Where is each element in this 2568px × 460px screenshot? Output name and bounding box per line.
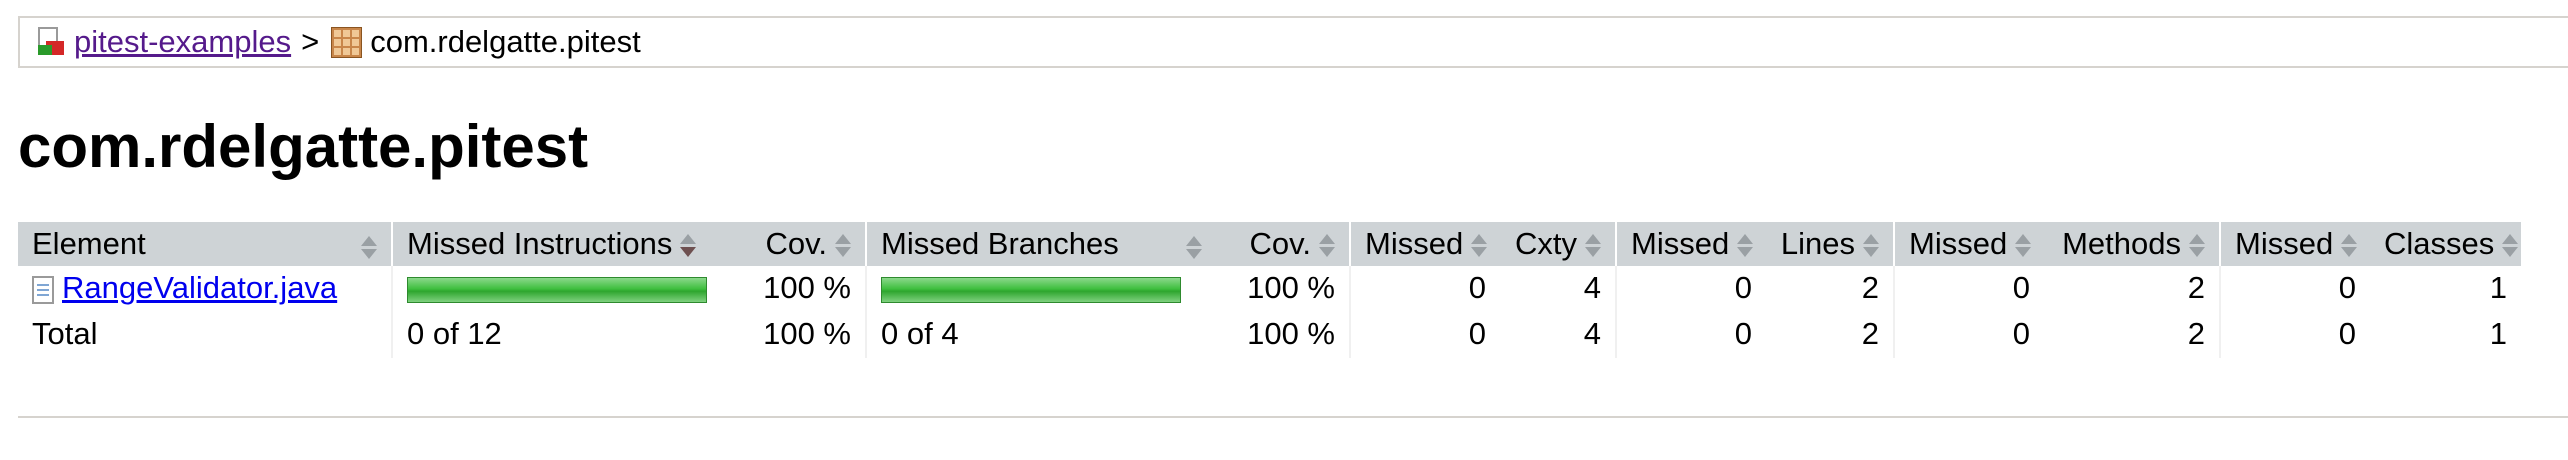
table-header-row: Element Missed Instructions Cov. Missed … xyxy=(18,222,2521,266)
breadcrumb: pitest-examples > com.rdelgatte.pitest xyxy=(18,16,2568,68)
table-row: RangeValidator.java 100 % 100 % 0 4 0 2 … xyxy=(18,266,2521,310)
cell-missed-classes: 0 xyxy=(2219,266,2370,310)
cell-cov-instructions: 100 % xyxy=(763,270,851,305)
branches-coverage-bar xyxy=(881,276,1181,303)
header-methods[interactable]: Methods xyxy=(2044,222,2220,266)
total-missed-cxty: 0 xyxy=(1349,310,1500,358)
file-link-rangevalidator[interactable]: RangeValidator.java xyxy=(62,270,337,305)
page-title: com.rdelgatte.pitest xyxy=(18,113,589,180)
breadcrumb-link-pitest-examples[interactable]: pitest-examples xyxy=(74,24,291,60)
source-file-icon xyxy=(32,275,54,304)
total-lines: 2 xyxy=(1861,316,1879,351)
sort-desc-icon xyxy=(678,233,697,258)
header-classes[interactable]: Classes xyxy=(2370,222,2521,266)
sort-arrows-icon xyxy=(359,236,377,260)
header-cov-instructions[interactable]: Cov. xyxy=(732,222,866,266)
cell-missed-cxty: 0 xyxy=(1349,266,1500,310)
header-missed-branches[interactable]: Missed Branches xyxy=(865,222,1216,266)
sort-arrows-icon xyxy=(1583,233,1601,258)
header-missed-lines[interactable]: Missed xyxy=(1615,222,1766,266)
total-missed-classes: 0 xyxy=(2219,310,2370,358)
cell-methods: 2 xyxy=(2187,270,2205,305)
sort-arrows-icon xyxy=(1861,233,1879,258)
header-missed-methods[interactable]: Missed xyxy=(1893,222,2044,266)
sort-arrows-icon xyxy=(2339,233,2358,258)
total-missed-methods: 0 xyxy=(1893,310,2044,358)
sort-arrows-icon xyxy=(1469,233,1488,258)
total-missed-lines: 0 xyxy=(1615,310,1766,358)
coverage-table: Element Missed Instructions Cov. Missed … xyxy=(18,222,2521,358)
instructions-coverage-bar xyxy=(407,276,707,303)
sort-arrows-icon xyxy=(2187,233,2205,258)
cell-element: RangeValidator.java xyxy=(18,266,392,310)
cell-missed-branches xyxy=(865,266,1216,310)
cell-classes: 1 xyxy=(2489,270,2507,305)
cell-lines: 2 xyxy=(1861,270,1879,305)
total-cxty: 4 xyxy=(1583,316,1601,351)
header-missed-instructions[interactable]: Missed Instructions xyxy=(391,222,732,266)
report-icon xyxy=(36,27,66,57)
total-methods: 2 xyxy=(2187,316,2205,351)
sort-arrows-icon xyxy=(833,233,851,258)
breadcrumb-current-package: com.rdelgatte.pitest xyxy=(370,24,641,59)
sort-arrows-icon xyxy=(1735,233,1754,258)
total-classes: 1 xyxy=(2489,316,2507,351)
header-cov-branches[interactable]: Cov. xyxy=(1216,222,1350,266)
header-cxty[interactable]: Cxty xyxy=(1500,222,1616,266)
cell-missed-instructions xyxy=(391,266,732,310)
header-lines[interactable]: Lines xyxy=(1766,222,1894,266)
total-missed-branches: 0 of 4 xyxy=(865,310,1216,358)
table-total-row: Total 0 of 12 100 % 0 of 4 100 % 0 4 0 2… xyxy=(18,310,2521,358)
footer-divider xyxy=(18,416,2568,418)
header-element[interactable]: Element xyxy=(18,222,392,266)
cell-missed-methods: 0 xyxy=(1893,266,2044,310)
sort-arrows-icon xyxy=(1184,236,1202,260)
sort-arrows-icon xyxy=(1317,233,1335,258)
cell-cxty: 4 xyxy=(1583,270,1601,305)
total-cov-branches: 100 % xyxy=(1247,316,1335,351)
header-missed-cxty[interactable]: Missed xyxy=(1349,222,1500,266)
total-missed-instructions: 0 of 12 xyxy=(391,310,732,358)
cell-cov-branches: 100 % xyxy=(1247,270,1335,305)
package-icon xyxy=(331,26,363,58)
breadcrumb-separator: > xyxy=(301,24,320,59)
header-missed-classes[interactable]: Missed xyxy=(2219,222,2370,266)
sort-arrows-icon xyxy=(2500,233,2519,258)
total-label: Total xyxy=(32,316,98,351)
total-cov-instructions: 100 % xyxy=(763,316,851,351)
cell-missed-lines: 0 xyxy=(1615,266,1766,310)
sort-arrows-icon xyxy=(2013,233,2032,258)
